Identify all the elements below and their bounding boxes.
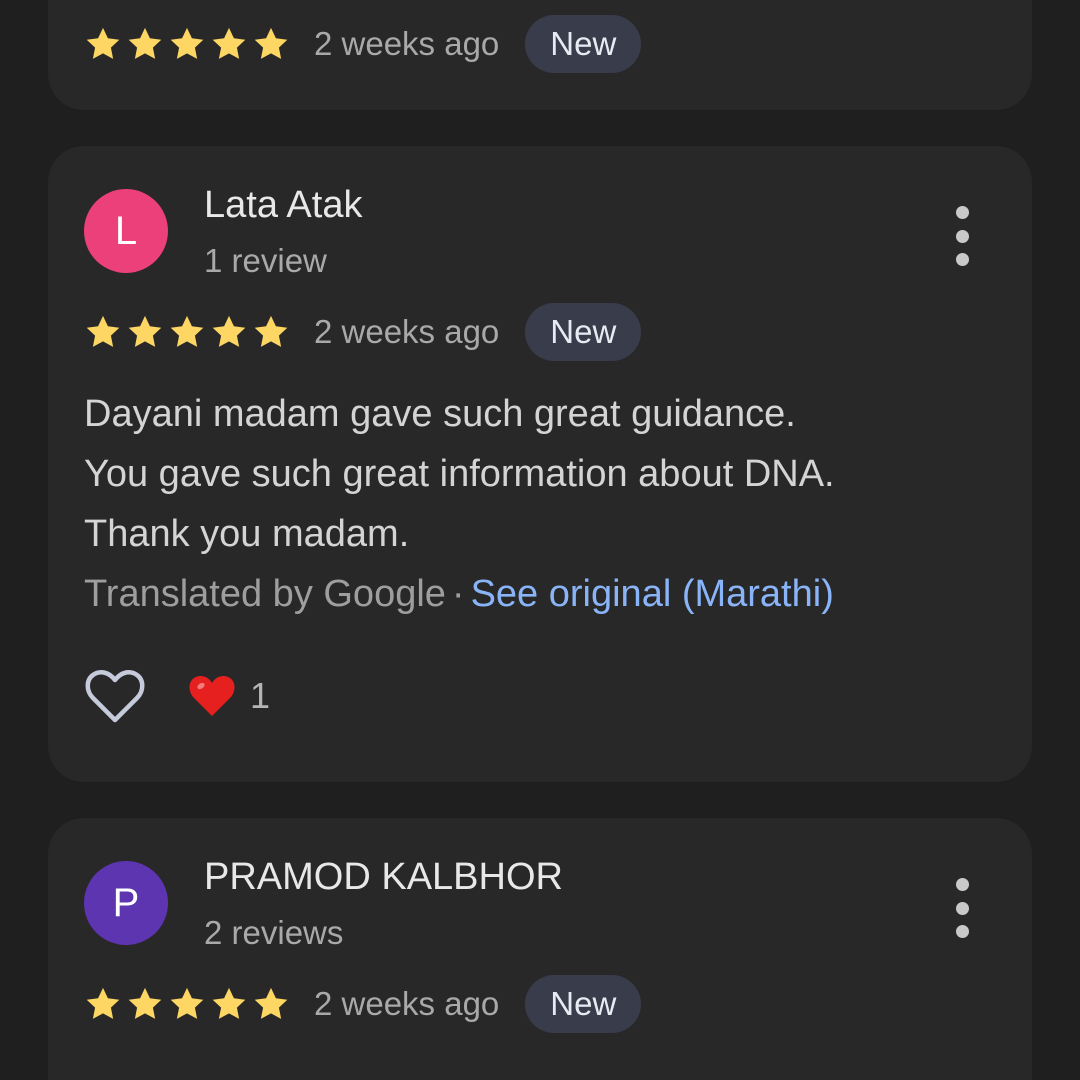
star-rating <box>84 313 290 351</box>
star-icon <box>86 987 120 1019</box>
avatar[interactable]: L <box>84 189 168 273</box>
review-card: 2 weeks ago New <box>48 0 1032 110</box>
star-icon <box>128 987 162 1019</box>
star-icon <box>212 987 246 1019</box>
reviewer-name[interactable]: PRAMOD KALBHOR <box>204 856 563 899</box>
review-text-line: You gave such great information about DN… <box>84 453 835 495</box>
reviewer-review-count: 2 reviews <box>204 914 344 951</box>
separator: · <box>451 573 465 615</box>
avatar[interactable]: P <box>84 861 168 945</box>
star-icon <box>170 315 204 347</box>
rating-row: 2 weeks ago New <box>84 302 642 362</box>
star-icon <box>254 315 288 347</box>
more-options-icon[interactable] <box>950 878 974 938</box>
translation-note: Translated by Google · See original (Marat… <box>84 564 984 624</box>
star-icon <box>128 27 162 59</box>
review-card: P PRAMOD KALBHOR 2 reviews 2 weeks ago N… <box>48 818 1032 1080</box>
reaction-row: 1 <box>84 666 270 726</box>
review-time: 2 weeks ago <box>314 25 500 62</box>
new-badge: New <box>525 15 642 73</box>
rating-row: 2 weeks ago New <box>84 14 642 74</box>
review-time: 2 weeks ago <box>314 985 500 1022</box>
heart-outline-icon[interactable] <box>84 668 146 724</box>
reviewer-review-count: 1 review <box>204 242 327 279</box>
reaction-count-chip[interactable]: 1 <box>188 674 270 718</box>
star-rating <box>84 25 290 63</box>
reviews-list: 2 weeks ago New L Lata Atak 1 review 2 w… <box>0 0 1080 1080</box>
avatar-letter: P <box>112 880 140 925</box>
review-time: 2 weeks ago <box>314 313 500 350</box>
review-text: Dayani madam gave such great guidance. Y… <box>84 384 984 624</box>
star-icon <box>212 27 246 59</box>
star-icon <box>212 315 246 347</box>
star-icon <box>170 987 204 1019</box>
star-icon <box>128 315 162 347</box>
star-icon <box>254 987 288 1019</box>
see-original-link[interactable]: See original (Marathi) <box>471 573 834 615</box>
new-badge: New <box>525 303 642 361</box>
star-icon <box>170 27 204 59</box>
star-icon <box>86 315 120 347</box>
more-options-icon[interactable] <box>950 206 974 266</box>
avatar-letter: L <box>114 208 138 253</box>
translated-by-label: Translated by Google <box>84 573 446 615</box>
star-icon <box>86 27 120 59</box>
rating-row: 2 weeks ago New <box>84 974 642 1034</box>
star-rating <box>84 985 290 1023</box>
reaction-count: 1 <box>250 675 271 716</box>
star-icon <box>254 27 288 59</box>
review-card: L Lata Atak 1 review 2 weeks ago New Day… <box>48 146 1032 782</box>
review-text-line: Dayani madam gave such great guidance. <box>84 393 796 435</box>
new-badge: New <box>525 975 642 1033</box>
review-text-line: Thank you madam. <box>84 513 410 555</box>
heart-emoji-icon <box>188 674 236 718</box>
reviewer-name[interactable]: Lata Atak <box>204 184 362 227</box>
